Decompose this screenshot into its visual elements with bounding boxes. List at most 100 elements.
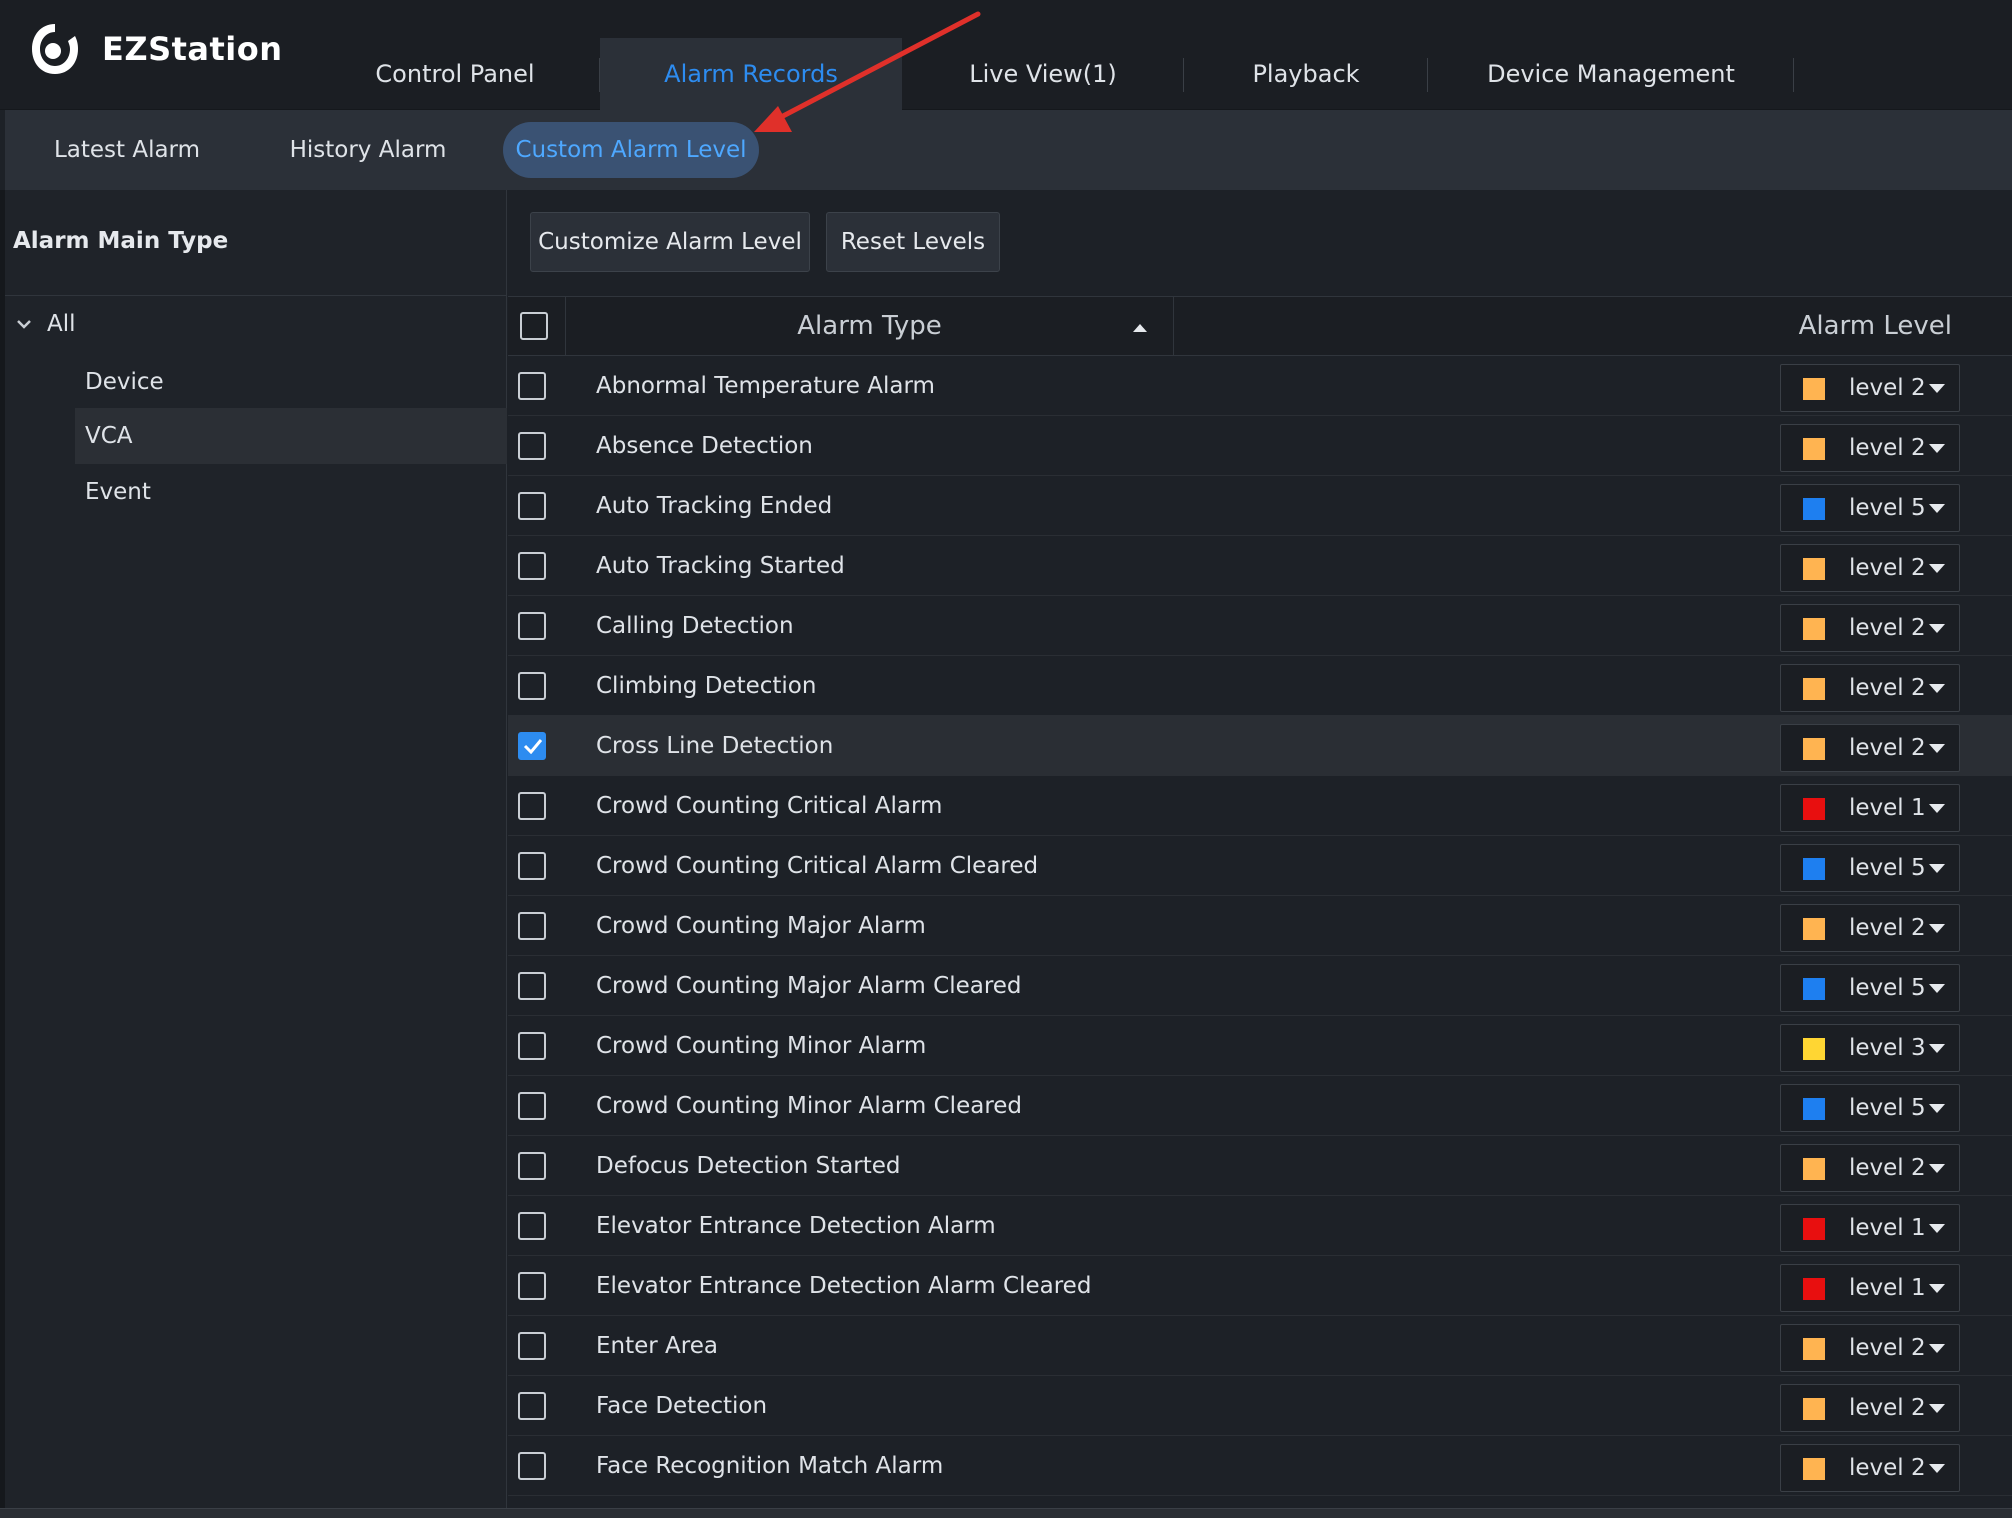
alarm-level-dropdown[interactable]: level 1 <box>1780 784 1960 832</box>
row-checkbox[interactable] <box>518 672 546 700</box>
alarm-level-dropdown[interactable]: level 2 <box>1780 724 1960 772</box>
alarm-level-dropdown[interactable]: level 5 <box>1780 844 1960 892</box>
table-row[interactable]: Climbing Detection level 2 <box>508 656 2012 716</box>
alarm-level-dropdown[interactable]: level 2 <box>1780 1324 1960 1372</box>
caret-down-icon[interactable] <box>1929 984 1945 993</box>
sort-ascending-icon[interactable] <box>1133 324 1147 332</box>
caret-down-icon[interactable] <box>1929 564 1945 573</box>
customize-alarm-level-button[interactable]: Customize Alarm Level <box>530 212 810 272</box>
alarm-level-dropdown[interactable]: level 1 <box>1780 1204 1960 1252</box>
table-row[interactable]: Auto Tracking Ended level 5 <box>508 476 2012 536</box>
alarm-level-dropdown[interactable]: level 2 <box>1780 544 1960 592</box>
table-row[interactable]: Abnormal Temperature Alarm level 2 <box>508 356 2012 416</box>
table-row[interactable]: Face Detection level 2 <box>508 1376 2012 1436</box>
alarm-level-dropdown[interactable]: level 2 <box>1780 364 1960 412</box>
table-row[interactable]: Crowd Counting Major Alarm level 2 <box>508 896 2012 956</box>
table-row[interactable]: Auto Tracking Started level 2 <box>508 536 2012 596</box>
tree-node-device[interactable]: Device <box>75 354 507 410</box>
caret-down-icon[interactable] <box>1929 1104 1945 1113</box>
alarm-type-label: Cross Line Detection <box>596 733 834 759</box>
row-checkbox[interactable] <box>518 1032 546 1060</box>
caret-down-icon[interactable] <box>1929 1044 1945 1053</box>
alarm-level-dropdown[interactable]: level 3 <box>1780 1024 1960 1072</box>
caret-down-icon[interactable] <box>1929 504 1945 513</box>
subtab-latest-alarm[interactable]: Latest Alarm <box>27 122 227 178</box>
select-all-checkbox[interactable] <box>520 312 548 340</box>
caret-down-icon[interactable] <box>1929 1404 1945 1413</box>
level-color-swatch <box>1803 738 1825 760</box>
tab-playback[interactable]: Playback <box>1184 38 1428 110</box>
alarm-level-dropdown[interactable]: level 5 <box>1780 484 1960 532</box>
alarm-level-dropdown[interactable]: level 2 <box>1780 1384 1960 1432</box>
reset-levels-button[interactable]: Reset Levels <box>826 212 1000 272</box>
row-checkbox[interactable] <box>518 972 546 1000</box>
table-row[interactable]: Elevator Entrance Detection Alarm level 1 <box>508 1196 2012 1256</box>
row-checkbox[interactable] <box>518 792 546 820</box>
table-row[interactable]: Face Recognition Match Alarm level 2 <box>508 1436 2012 1496</box>
caret-down-icon[interactable] <box>1929 444 1945 453</box>
row-checkbox[interactable] <box>518 1392 546 1420</box>
row-checkbox[interactable] <box>518 1452 546 1480</box>
row-checkbox[interactable] <box>518 492 546 520</box>
table-row[interactable]: Absence Detection level 2 <box>508 416 2012 476</box>
caret-down-icon[interactable] <box>1929 1164 1945 1173</box>
chevron-down-icon[interactable] <box>15 315 33 333</box>
caret-down-icon[interactable] <box>1929 684 1945 693</box>
row-checkbox[interactable] <box>518 732 546 760</box>
tree-node-vca[interactable]: VCA <box>75 408 507 464</box>
table-row[interactable]: Enter Area level 2 <box>508 1316 2012 1376</box>
row-checkbox[interactable] <box>518 1152 546 1180</box>
alarm-type-label: Crowd Counting Critical Alarm Cleared <box>596 853 1039 879</box>
alarm-level-dropdown[interactable]: level 1 <box>1780 1264 1960 1312</box>
subtab-history-alarm[interactable]: History Alarm <box>263 122 473 178</box>
alarm-level-dropdown[interactable]: level 5 <box>1780 964 1960 1012</box>
alarm-level-dropdown[interactable]: level 5 <box>1780 1084 1960 1132</box>
row-checkbox[interactable] <box>518 552 546 580</box>
alarm-level-dropdown[interactable]: level 2 <box>1780 604 1960 652</box>
caret-down-icon[interactable] <box>1929 384 1945 393</box>
row-checkbox[interactable] <box>518 1272 546 1300</box>
caret-down-icon[interactable] <box>1929 1224 1945 1233</box>
tab-alarm-records[interactable]: Alarm Records <box>600 38 902 110</box>
tab-device-management[interactable]: Device Management <box>1428 38 1794 110</box>
caret-down-icon[interactable] <box>1929 804 1945 813</box>
row-checkbox[interactable] <box>518 912 546 940</box>
table-row[interactable]: Cross Line Detection level 2 <box>508 716 2012 776</box>
alarm-level-value: level 1 <box>1849 795 1926 821</box>
subtab-custom-alarm-level[interactable]: Custom Alarm Level <box>503 122 759 178</box>
caret-down-icon[interactable] <box>1929 924 1945 933</box>
table-row[interactable]: Defocus Detection Started level 2 <box>508 1136 2012 1196</box>
table-row[interactable]: Crowd Counting Critical Alarm level 1 <box>508 776 2012 836</box>
row-checkbox[interactable] <box>518 612 546 640</box>
table-row[interactable]: Calling Detection level 2 <box>508 596 2012 656</box>
alarm-type-label: Crowd Counting Major Alarm Cleared <box>596 973 1022 999</box>
alarm-level-dropdown[interactable]: level 2 <box>1780 424 1960 472</box>
table-row[interactable]: Crowd Counting Minor Alarm level 3 <box>508 1016 2012 1076</box>
caret-down-icon[interactable] <box>1929 624 1945 633</box>
alarm-level-dropdown[interactable]: level 2 <box>1780 904 1960 952</box>
tree-node-all[interactable]: All <box>15 296 495 352</box>
tab-live-view[interactable]: Live View(1) <box>902 38 1184 110</box>
caret-down-icon[interactable] <box>1929 864 1945 873</box>
tree-node-event[interactable]: Event <box>75 464 507 520</box>
caret-down-icon[interactable] <box>1929 1464 1945 1473</box>
row-checkbox[interactable] <box>518 372 546 400</box>
table-row[interactable]: Crowd Counting Major Alarm Cleared level … <box>508 956 2012 1016</box>
row-checkbox[interactable] <box>518 1092 546 1120</box>
tab-control-panel[interactable]: Control Panel <box>310 38 600 110</box>
column-header-alarm-type[interactable]: Alarm Type <box>566 297 1174 355</box>
row-checkbox[interactable] <box>518 1332 546 1360</box>
app-window: EZStation Control Panel Alarm Records Li… <box>0 0 2012 1518</box>
caret-down-icon[interactable] <box>1929 1344 1945 1353</box>
table-row[interactable]: Crowd Counting Minor Alarm Cleared level … <box>508 1076 2012 1136</box>
alarm-level-dropdown[interactable]: level 2 <box>1780 1444 1960 1492</box>
row-checkbox[interactable] <box>518 1212 546 1240</box>
row-checkbox[interactable] <box>518 852 546 880</box>
alarm-level-dropdown[interactable]: level 2 <box>1780 664 1960 712</box>
table-row[interactable]: Crowd Counting Critical Alarm Cleared lev… <box>508 836 2012 896</box>
caret-down-icon[interactable] <box>1929 744 1945 753</box>
alarm-level-dropdown[interactable]: level 2 <box>1780 1144 1960 1192</box>
row-checkbox[interactable] <box>518 432 546 460</box>
table-row[interactable]: Elevator Entrance Detection Alarm Cleare… <box>508 1256 2012 1316</box>
caret-down-icon[interactable] <box>1929 1284 1945 1293</box>
